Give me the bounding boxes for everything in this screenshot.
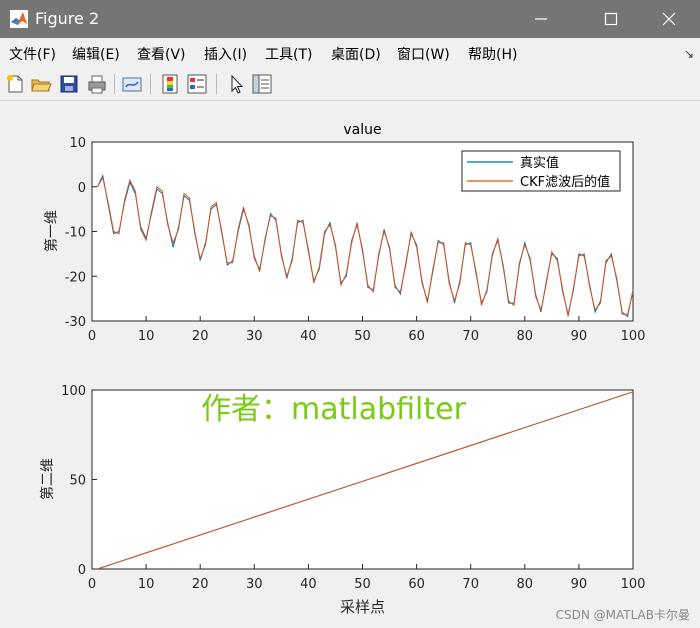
x-tick-label: 0 [88, 329, 96, 344]
x-tick-label: 100 [621, 329, 646, 344]
y-tick-label: -30 [65, 315, 86, 330]
minimize-button[interactable] [518, 0, 564, 38]
x-tick-label: 100 [621, 577, 646, 592]
x-tick-label: 30 [246, 329, 263, 344]
matlab-logo-icon [10, 10, 28, 28]
colorbar-icon[interactable] [159, 73, 181, 95]
axes-2-ylabel: 第二维 [39, 458, 56, 500]
print-icon[interactable] [86, 73, 108, 95]
x-tick-label: 80 [517, 329, 534, 344]
x-tick-label: 90 [571, 577, 588, 592]
menu-bar: 文件(F) 编辑(E) 查看(V) 插入(I) 工具(T) 桌面(D) 窗口(W… [0, 38, 700, 68]
figure-toolbar [0, 68, 700, 101]
property-editor-icon[interactable] [251, 73, 273, 95]
x-tick-label: 0 [88, 577, 96, 592]
x-tick-label: 10 [138, 329, 155, 344]
x-tick-label: 30 [246, 577, 263, 592]
x-tick-label: 60 [408, 577, 425, 592]
x-tick-label: 90 [571, 329, 588, 344]
x-tick-label: 40 [300, 329, 317, 344]
x-tick-label: 10 [138, 577, 155, 592]
x-tick-label: 70 [462, 329, 479, 344]
open-folder-icon[interactable] [30, 73, 52, 95]
axes-2-xlabel: 采样点 [340, 598, 385, 616]
menu-file[interactable]: 文件(F) [9, 44, 56, 64]
y-tick-label: 100 [61, 384, 86, 399]
toolbar-separator [150, 74, 151, 94]
menu-edit[interactable]: 编辑(E) [72, 44, 120, 64]
legend-entry-true: 真实值 [520, 155, 559, 171]
x-tick-label: 50 [354, 577, 371, 592]
menu-help[interactable]: 帮助(H) [468, 44, 517, 64]
x-tick-label: 60 [408, 329, 425, 344]
x-tick-label: 80 [517, 577, 534, 592]
axes-1[interactable]: 0 10 20 30 40 50 60 70 80 90 100100-10-20-30 value… [43, 122, 645, 344]
x-tick-label: 20 [192, 577, 209, 592]
x-tick-label: 50 [354, 329, 371, 344]
menu-view[interactable]: 查看(V) [137, 44, 186, 64]
x-tick-label: 40 [300, 577, 317, 592]
toolbar-separator [216, 74, 217, 94]
menu-window[interactable]: 窗口(W) [397, 44, 450, 64]
menu-desktop[interactable]: 桌面(D) [331, 44, 381, 64]
y-tick-label: 0 [78, 181, 86, 196]
menu-tools[interactable]: 工具(T) [265, 44, 312, 64]
x-tick-label: 70 [462, 577, 479, 592]
figure-canvas: 0 10 20 30 40 50 60 70 80 90 100 10 0 -10 -20 -30 value… [0, 101, 700, 628]
y-tick-label: 10 [69, 136, 86, 151]
dock-arrow-icon[interactable]: ↘ [684, 47, 694, 61]
y-tick-label: 0 [78, 563, 86, 578]
x-tick-label: 20 [192, 329, 209, 344]
axes-1-title: value [343, 122, 381, 138]
menu-insert[interactable]: 插入(I) [204, 44, 247, 64]
title-bar[interactable]: Figure 2 [0, 0, 700, 38]
y-tick-label: -20 [65, 270, 86, 285]
close-button[interactable] [646, 0, 692, 38]
axes-1-ylabel: 第一维 [43, 210, 60, 252]
window-title: Figure 2 [35, 9, 100, 28]
link-plot-icon[interactable] [121, 73, 143, 95]
save-icon[interactable] [58, 73, 80, 95]
author-watermark: 作者：matlabfilter [201, 392, 466, 427]
legend-entry-ckf: CKF滤波后的值 [520, 174, 610, 190]
maximize-icon [604, 12, 618, 26]
plot-area: 0 10 20 30 40 50 60 70 80 90 100100-10-20-30 value… [39, 122, 646, 616]
y-tick-label: -10 [65, 226, 86, 241]
legend[interactable]: 真实值 CKF滤波后的值 [461, 150, 621, 192]
legend-icon[interactable] [186, 73, 208, 95]
y-tick-label: 50 [69, 474, 86, 489]
new-figure-icon[interactable] [4, 73, 26, 95]
csdn-credit: CSDN @MATLAB卡尔曼 [555, 608, 690, 622]
pointer-icon[interactable] [225, 73, 247, 95]
minimize-icon [535, 18, 547, 20]
toolbar-separator [114, 74, 115, 94]
maximize-button[interactable] [588, 0, 634, 38]
close-icon [662, 12, 676, 26]
